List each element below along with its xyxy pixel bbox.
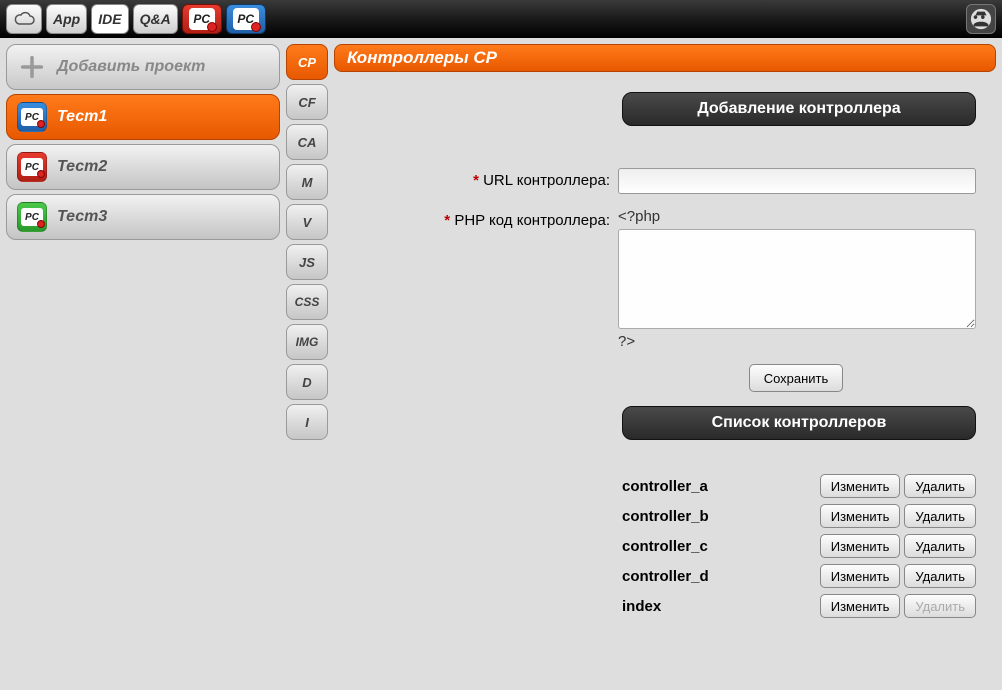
project-chip-icon: PC [17, 102, 47, 132]
project-item-3[interactable]: PC Тест3 [6, 194, 280, 240]
controller-name: controller_a [622, 478, 708, 495]
user-avatar[interactable] [966, 4, 996, 34]
project-label: Тест2 [57, 158, 107, 176]
main-panel: Контроллеры CP Добавление контроллера * … [334, 44, 996, 684]
ide-button[interactable]: IDE [91, 4, 128, 34]
topbar: App IDE Q&A PC PC [0, 0, 1002, 38]
controllers-list: controller_a Изменить Удалить controller… [622, 474, 976, 618]
add-controller-header: Добавление контроллера [622, 92, 976, 126]
project-chip-icon: PC [17, 202, 47, 232]
tab-css[interactable]: CSS [286, 284, 328, 320]
add-project-button[interactable]: Добавить проект [6, 44, 280, 90]
form-area: Добавление контроллера * URL контроллера… [416, 92, 976, 664]
required-marker: * [473, 172, 479, 189]
url-label: * URL контроллера: [416, 168, 610, 189]
tab-cp[interactable]: CP [286, 44, 328, 80]
tab-strip: CP CF CA M V JS CSS IMG D I [286, 44, 328, 684]
pc-red-button[interactable]: PC [182, 4, 222, 34]
controller-name: controller_c [622, 538, 708, 555]
code-prefix: <?php [618, 208, 976, 225]
layout: Добавить проект PC Тест1 PC Тест2 PC Тес… [0, 38, 1002, 690]
controller-row: index Изменить Удалить [622, 594, 976, 618]
edit-button[interactable]: Изменить [820, 534, 901, 558]
code-textarea[interactable] [618, 229, 976, 329]
tab-d[interactable]: D [286, 364, 328, 400]
edit-button[interactable]: Изменить [820, 504, 901, 528]
delete-button[interactable]: Удалить [904, 564, 976, 588]
tab-m[interactable]: M [286, 164, 328, 200]
page-title: Контроллеры CP [334, 44, 996, 72]
delete-button[interactable]: Удалить [904, 534, 976, 558]
tab-cf[interactable]: CF [286, 84, 328, 120]
list-controllers-header: Список контроллеров [622, 406, 976, 440]
anonymous-icon [970, 8, 992, 30]
pc-badge-icon: PC [233, 8, 259, 30]
project-label: Тест3 [57, 208, 107, 226]
plus-icon [17, 52, 47, 82]
controller-name: index [622, 598, 661, 615]
app-button[interactable]: App [46, 4, 87, 34]
edit-button[interactable]: Изменить [820, 594, 901, 618]
project-label: Тест1 [57, 108, 107, 126]
project-chip-icon: PC [17, 152, 47, 182]
controller-name: controller_b [622, 508, 709, 525]
project-item-1[interactable]: PC Тест1 [6, 94, 280, 140]
tab-ca[interactable]: CA [286, 124, 328, 160]
add-project-label: Добавить проект [57, 58, 205, 76]
code-suffix: ?> [618, 333, 976, 350]
save-button[interactable]: Сохранить [749, 364, 844, 392]
tab-js[interactable]: JS [286, 244, 328, 280]
controller-row: controller_d Изменить Удалить [622, 564, 976, 588]
delete-button[interactable]: Удалить [904, 504, 976, 528]
projects-panel: Добавить проект PC Тест1 PC Тест2 PC Тес… [6, 44, 280, 684]
required-marker: * [444, 212, 450, 229]
url-input[interactable] [618, 168, 976, 194]
tab-img[interactable]: IMG [286, 324, 328, 360]
controller-name: controller_d [622, 568, 709, 585]
tab-v[interactable]: V [286, 204, 328, 240]
cloud-button[interactable] [6, 4, 42, 34]
qa-button[interactable]: Q&A [133, 4, 178, 34]
delete-button: Удалить [904, 594, 976, 618]
tab-i[interactable]: I [286, 404, 328, 440]
cloud-icon [13, 11, 35, 27]
code-label: * PHP код контроллера: [416, 208, 610, 229]
field-row-url: * URL контроллера: [416, 168, 976, 194]
delete-button[interactable]: Удалить [904, 474, 976, 498]
pc-blue-button[interactable]: PC [226, 4, 266, 34]
field-row-code: * PHP код контроллера: <?php ?> [416, 208, 976, 350]
project-item-2[interactable]: PC Тест2 [6, 144, 280, 190]
pc-badge-icon: PC [189, 8, 215, 30]
controller-row: controller_b Изменить Удалить [622, 504, 976, 528]
controller-row: controller_c Изменить Удалить [622, 534, 976, 558]
edit-button[interactable]: Изменить [820, 564, 901, 588]
edit-button[interactable]: Изменить [820, 474, 901, 498]
controller-row: controller_a Изменить Удалить [622, 474, 976, 498]
main-body: Добавление контроллера * URL контроллера… [334, 72, 996, 684]
